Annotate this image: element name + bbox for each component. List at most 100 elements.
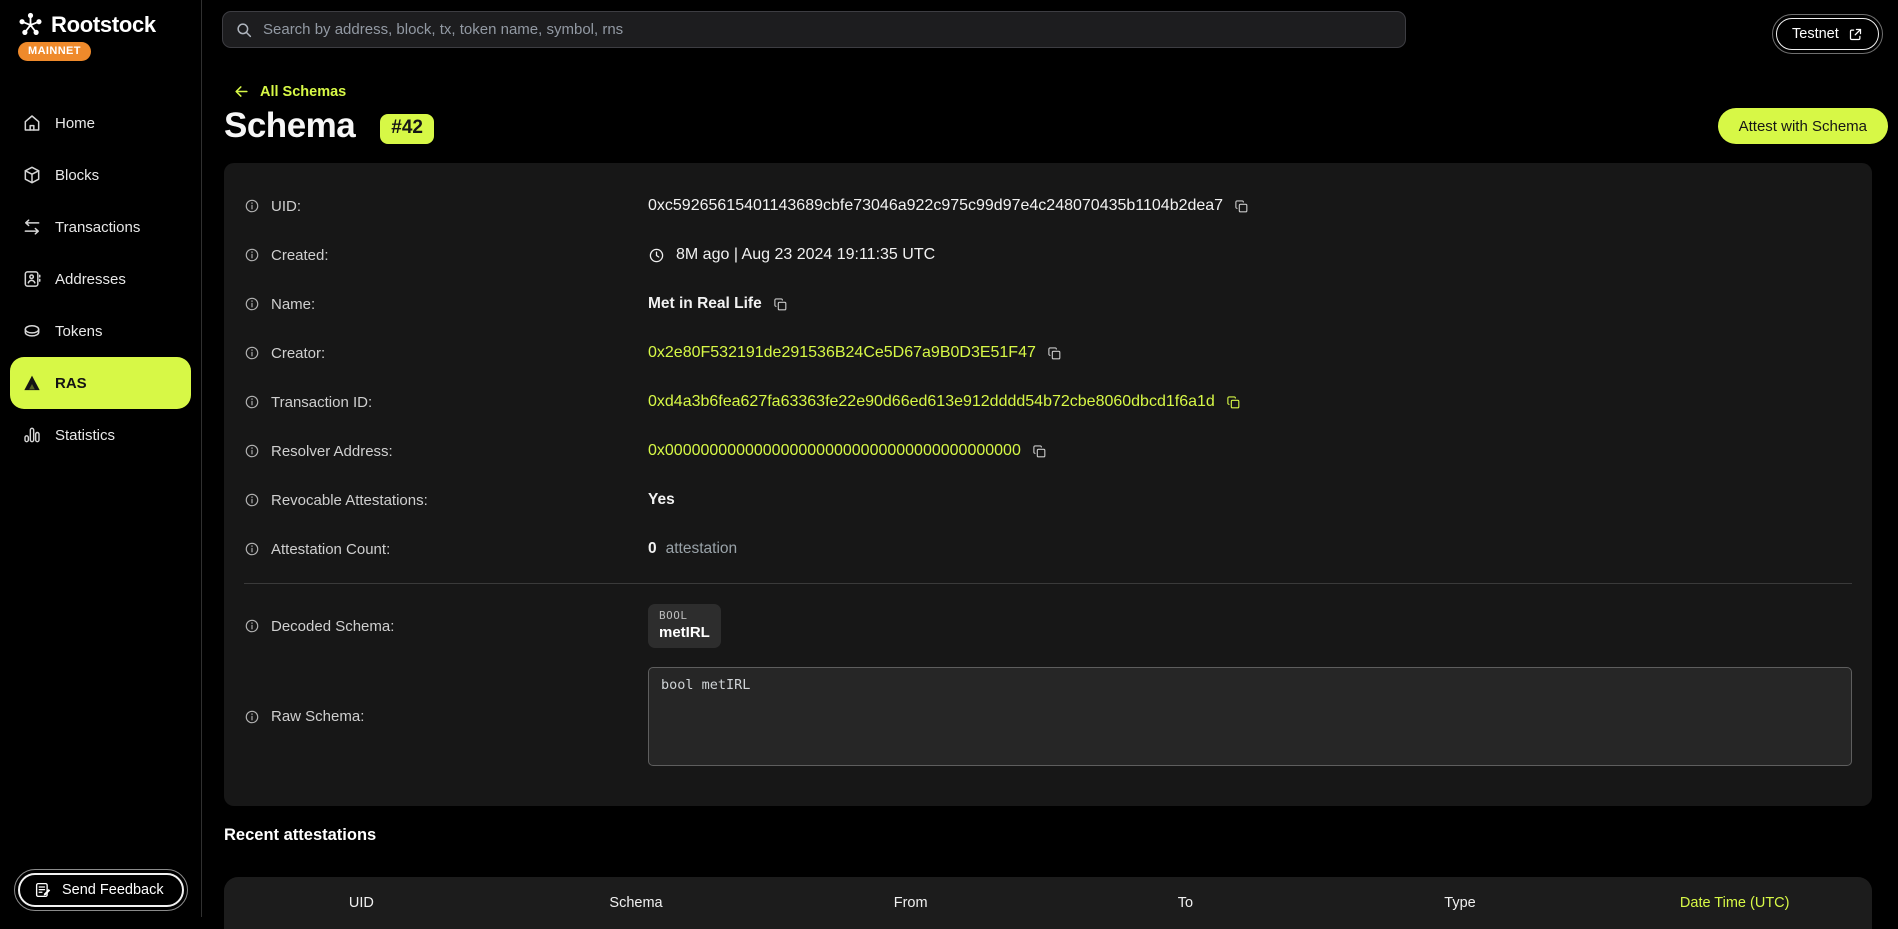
mainnet-badge: MAINNET	[18, 42, 91, 61]
column-header-uid[interactable]: UID	[224, 895, 499, 911]
revocable-value: Yes	[648, 491, 675, 509]
testnet-label: Testnet	[1792, 26, 1839, 42]
detail-row-attestation-count: Attestation Count: 0 attestation	[244, 534, 1852, 564]
bar-chart-icon	[22, 425, 42, 445]
sidebar-item-label: Statistics	[55, 427, 115, 444]
resolver-address-label: Resolver Address:	[271, 443, 393, 460]
home-icon	[22, 113, 42, 133]
name-label: Name:	[271, 296, 315, 313]
rootstock-logo-icon	[17, 11, 44, 38]
external-link-icon	[1848, 27, 1863, 42]
decoded-schema-type: BOOL	[659, 609, 710, 622]
swap-arrows-icon	[22, 217, 42, 237]
attestation-count-value: 0	[648, 540, 657, 558]
schema-details-card: UID: 0xc59265615401143689cbfe73046a922c9…	[224, 163, 1872, 806]
title-row: Schema #42 Attest with Schema	[224, 106, 1888, 146]
info-icon[interactable]	[244, 198, 260, 214]
back-to-all-schemas-link[interactable]: All Schemas	[233, 83, 346, 100]
column-header-from[interactable]: From	[773, 895, 1048, 911]
attestations-table-header: UID Schema From To Type Date Time (UTC)	[224, 877, 1872, 929]
feedback-pencil-icon	[34, 881, 52, 899]
sidebar-item-home[interactable]: Home	[10, 97, 191, 149]
card-divider	[244, 583, 1852, 584]
sidebar-item-addresses[interactable]: Addresses	[10, 253, 191, 305]
decoded-schema-chip: BOOL metIRL	[648, 604, 721, 648]
testnet-button[interactable]: Testnet	[1776, 18, 1879, 50]
copy-icon[interactable]	[1032, 444, 1047, 459]
sidebar-item-label: Transactions	[55, 219, 140, 236]
copy-icon[interactable]	[1234, 199, 1249, 214]
info-icon[interactable]	[244, 296, 260, 312]
uid-value: 0xc59265615401143689cbfe73046a922c975c99…	[648, 197, 1223, 215]
attestation-triangle-icon	[22, 373, 42, 393]
created-label: Created:	[271, 247, 329, 264]
send-feedback-ring: Send Feedback	[14, 869, 188, 911]
info-icon[interactable]	[244, 247, 260, 263]
search-input[interactable]	[263, 21, 1393, 38]
info-icon[interactable]	[244, 618, 260, 634]
raw-schema-textarea[interactable]: bool metIRL	[648, 667, 1852, 766]
coin-icon	[22, 321, 42, 341]
copy-icon[interactable]	[1047, 346, 1062, 361]
info-icon[interactable]	[244, 443, 260, 459]
sidebar-item-label: Addresses	[55, 271, 126, 288]
sidebar-nav: Home Blocks Transactions Addresses Token…	[0, 97, 201, 461]
sidebar-item-tokens[interactable]: Tokens	[10, 305, 191, 357]
transaction-id-link[interactable]: 0xd4a3b6fea627fa63363fe22e90d66ed613e912…	[648, 393, 1215, 411]
sidebar-item-statistics[interactable]: Statistics	[10, 409, 191, 461]
info-icon[interactable]	[244, 492, 260, 508]
raw-schema-label: Raw Schema:	[271, 708, 364, 725]
sidebar-item-label: Blocks	[55, 167, 99, 184]
detail-row-revocable: Revocable Attestations: Yes	[244, 485, 1852, 515]
info-icon[interactable]	[244, 541, 260, 557]
column-header-to[interactable]: To	[1048, 895, 1323, 911]
creator-address-link[interactable]: 0x2e80F532191de291536B24Ce5D67a9B0D3E51F…	[648, 344, 1036, 362]
page-title: Schema	[224, 106, 355, 146]
uid-label: UID:	[271, 198, 301, 215]
info-icon[interactable]	[244, 394, 260, 410]
detail-row-created: Created: 8M ago | Aug 23 2024 19:11:35 U…	[244, 240, 1852, 270]
send-feedback-button[interactable]: Send Feedback	[18, 873, 184, 907]
brand-name: Rootstock	[51, 12, 156, 38]
decoded-schema-field: metIRL	[659, 624, 710, 641]
sidebar-item-label: Home	[55, 115, 95, 132]
recent-attestations-heading: Recent attestations	[224, 826, 376, 845]
sidebar: Rootstock MAINNET Home Blocks Transactio…	[0, 0, 202, 917]
search-icon	[235, 21, 253, 39]
detail-row-uid: UID: 0xc59265615401143689cbfe73046a922c9…	[244, 191, 1852, 221]
created-value: 8M ago | Aug 23 2024 19:11:35 UTC	[676, 246, 935, 264]
column-header-datetime[interactable]: Date Time (UTC)	[1597, 895, 1872, 911]
copy-icon[interactable]	[773, 297, 788, 312]
sidebar-item-transactions[interactable]: Transactions	[10, 201, 191, 253]
contact-card-icon	[22, 269, 42, 289]
decoded-schema-label: Decoded Schema:	[271, 618, 394, 635]
search-bar	[222, 11, 1406, 48]
detail-row-name: Name: Met in Real Life	[244, 289, 1852, 319]
detail-row-creator: Creator: 0x2e80F532191de291536B24Ce5D67a…	[244, 338, 1852, 368]
column-header-schema[interactable]: Schema	[499, 895, 774, 911]
testnet-button-ring: Testnet	[1772, 14, 1883, 54]
creator-label: Creator:	[271, 345, 325, 362]
detail-row-decoded-schema: Decoded Schema: BOOL metIRL	[244, 604, 1852, 648]
revocable-label: Revocable Attestations:	[271, 492, 428, 509]
schema-number-badge: #42	[380, 114, 434, 144]
info-icon[interactable]	[244, 345, 260, 361]
attestation-count-label: Attestation Count:	[271, 541, 390, 558]
name-value: Met in Real Life	[648, 295, 762, 313]
info-icon[interactable]	[244, 709, 260, 725]
column-header-type[interactable]: Type	[1323, 895, 1598, 911]
copy-icon[interactable]	[1226, 395, 1241, 410]
clock-icon	[648, 247, 665, 264]
sidebar-item-ras[interactable]: RAS	[10, 357, 191, 409]
back-arrow-icon	[233, 83, 250, 100]
sidebar-item-label: Tokens	[55, 323, 103, 340]
send-feedback-label: Send Feedback	[62, 882, 164, 898]
rootstock-logo[interactable]: Rootstock	[17, 11, 156, 38]
cube-icon	[22, 165, 42, 185]
detail-row-resolver-address: Resolver Address: 0x00000000000000000000…	[244, 436, 1852, 466]
attest-with-schema-button[interactable]: Attest with Schema	[1718, 108, 1888, 144]
attestation-count-suffix: attestation	[666, 540, 738, 558]
resolver-address-link[interactable]: 0x00000000000000000000000000000000000000…	[648, 442, 1021, 460]
sidebar-item-blocks[interactable]: Blocks	[10, 149, 191, 201]
transaction-id-label: Transaction ID:	[271, 394, 372, 411]
